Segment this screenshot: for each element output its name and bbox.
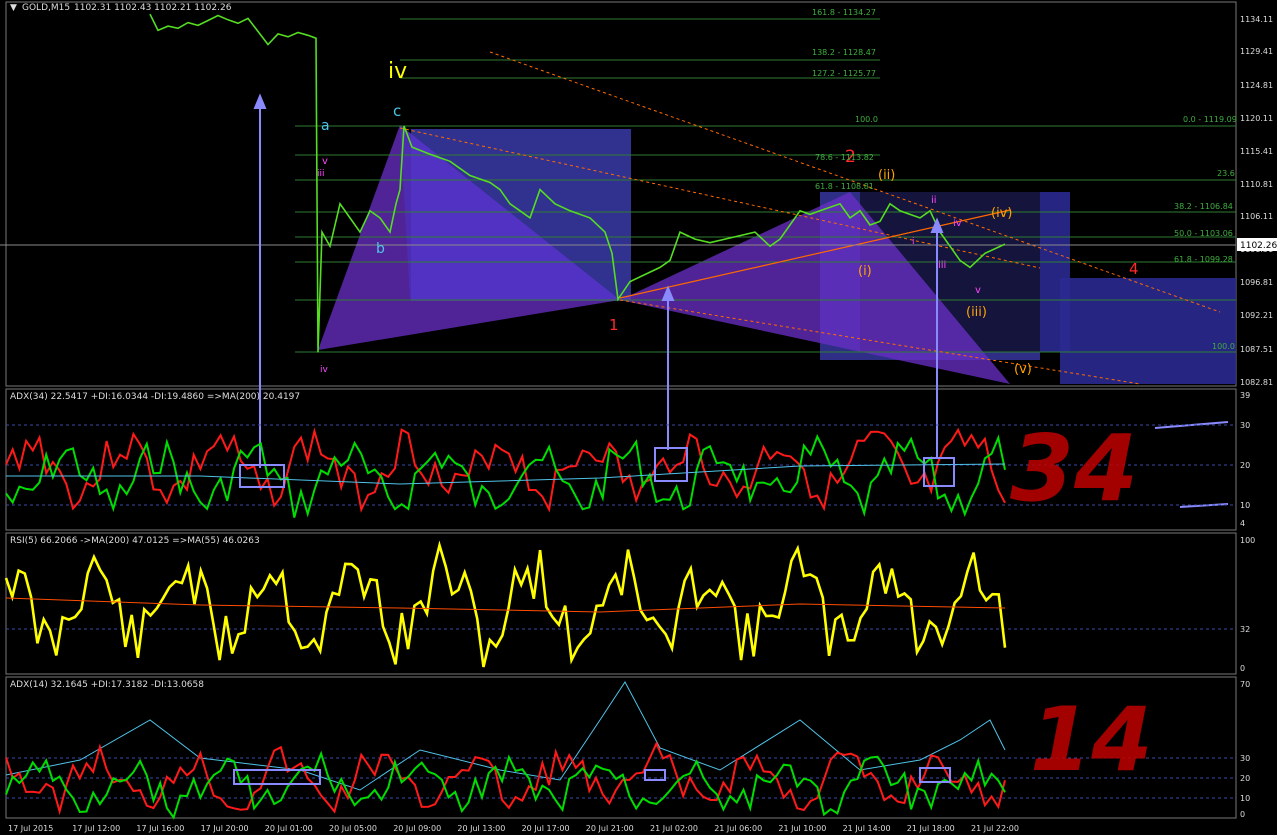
adx14-tick-label: 30 <box>1240 754 1250 763</box>
rsi-tick-label: 32 <box>1240 625 1250 634</box>
fib-label: 0.0 - 1119.09 <box>1183 115 1237 124</box>
price-tick-label: 1082.81 <box>1240 378 1273 387</box>
wave-label: (ii) <box>878 168 895 183</box>
price-tick-label: 1087.51 <box>1240 345 1273 354</box>
wave-label: (v) <box>1014 362 1032 377</box>
adx34-watermark: 34 <box>1010 415 1138 522</box>
rsi-tick-label: 0 <box>1240 664 1245 673</box>
fib-label: 100.0 <box>1212 342 1235 351</box>
fib-label: 23.6 <box>1217 169 1235 178</box>
wave-label: iv <box>388 59 407 84</box>
wave-label: 1 <box>609 316 619 334</box>
adx34-tick-label: 20 <box>1240 461 1250 470</box>
adx14-tick-label: 0 <box>1240 810 1245 819</box>
adx14-header: ADX(14) 32.1645 +DI:17.3182 -DI:13.0658 <box>10 680 204 690</box>
fib-label: 61.8 - 1099.28 <box>1174 255 1233 264</box>
adx34-tick-label: 10 <box>1240 501 1250 510</box>
time-tick-label: 17 Jul 20:00 <box>201 824 249 833</box>
fib-label: 127.2 - 1125.77 <box>812 69 876 78</box>
current-price-label: 1102.26 <box>1240 241 1277 251</box>
rsi-header: RSI(5) 66.2066 ->MA(200) 47.0125 =>MA(55… <box>10 536 260 546</box>
time-tick-label: 20 Jul 05:00 <box>329 824 377 833</box>
adx34-tick-label: 4 <box>1240 519 1245 528</box>
fib-label: 78.6 - 1113.82 <box>815 153 874 162</box>
wave-label: (iii) <box>966 305 987 320</box>
time-tick-label: 20 Jul 13:00 <box>457 824 505 833</box>
wave-label: v <box>322 156 328 167</box>
adx14-tick-label: 10 <box>1240 794 1250 803</box>
time-tick-label: 20 Jul 17:00 <box>522 824 570 833</box>
price-tick-label: 1120.11 <box>1240 114 1273 123</box>
time-tick-label: 21 Jul 18:00 <box>907 824 955 833</box>
price-tick-label: 1110.81 <box>1240 180 1273 189</box>
fib-label: 161.8 - 1134.27 <box>812 8 876 17</box>
time-tick-label: 21 Jul 06:00 <box>714 824 762 833</box>
adx34-header: ADX(34) 22.5417 +DI:16.0344 -DI:19.4860 … <box>10 392 300 402</box>
price-tick-label: 1129.41 <box>1240 47 1273 56</box>
wave-label: b <box>376 241 385 257</box>
price-tick-label: 1096.81 <box>1240 278 1273 287</box>
symbol-label: GOLD,M15 <box>22 3 70 13</box>
wave-label: iii <box>938 260 946 271</box>
time-tick-label: 17 Jul 2015 <box>8 824 53 833</box>
adx14-watermark: 14 <box>1030 688 1152 791</box>
wave-label: v <box>975 285 981 296</box>
wave-label: c <box>393 102 401 120</box>
trading-chart[interactable]: ivcabviiiiv12(ii)(i)(iv)(iii)(v)4iiiviii… <box>0 0 1277 835</box>
menu-triangle-icon[interactable]: ▼ <box>10 3 17 13</box>
wave-label: iii <box>317 169 325 179</box>
time-tick-label: 20 Jul 01:00 <box>265 824 313 833</box>
adx14-tick-label: 70 <box>1240 680 1250 689</box>
time-tick-label: 21 Jul 02:00 <box>650 824 698 833</box>
price-tick-label: 1124.81 <box>1240 81 1273 90</box>
time-tick-label: 21 Jul 22:00 <box>971 824 1019 833</box>
fib-label: 38.2 - 1106.84 <box>1174 202 1233 211</box>
price-tick-label: 1106.11 <box>1240 212 1273 221</box>
time-tick-label: 20 Jul 21:00 <box>586 824 634 833</box>
fib-label: 61.8 - 1108.81 <box>815 182 874 191</box>
rsi-tick-label: 100 <box>1240 536 1255 545</box>
time-tick-label: 17 Jul 16:00 <box>136 824 184 833</box>
wave-label: ii <box>931 195 937 206</box>
ohlc-readout: 1102.31 1102.43 1102.21 1102.26 <box>74 3 232 13</box>
wave-label: (i) <box>858 264 872 279</box>
price-tick-label: 1134.11 <box>1240 15 1273 24</box>
time-tick-label: 21 Jul 14:00 <box>843 824 891 833</box>
fib-label: 50.0 - 1103.06 <box>1174 229 1233 238</box>
time-tick-label: 17 Jul 12:00 <box>72 824 120 833</box>
wave-label: a <box>321 118 330 134</box>
time-tick-label: 20 Jul 09:00 <box>393 824 441 833</box>
zone-box-4 <box>1060 278 1236 384</box>
fib-label: 100.0 <box>855 115 878 124</box>
wave-label: (iv) <box>991 206 1012 221</box>
adx34-tick-label: 30 <box>1240 421 1250 430</box>
wave-label: 4 <box>1129 260 1139 278</box>
fib-label: 138.2 - 1128.47 <box>812 48 876 57</box>
wave-label: iv <box>953 218 962 229</box>
price-tick-label: 1092.21 <box>1240 311 1273 320</box>
time-tick-label: 21 Jul 10:00 <box>778 824 826 833</box>
wave-label: iv <box>320 365 329 375</box>
adx34-tick-label: 39 <box>1240 391 1250 400</box>
adx14-tick-label: 20 <box>1240 774 1250 783</box>
wave-label: i <box>912 237 915 247</box>
price-tick-label: 1115.41 <box>1240 147 1273 156</box>
